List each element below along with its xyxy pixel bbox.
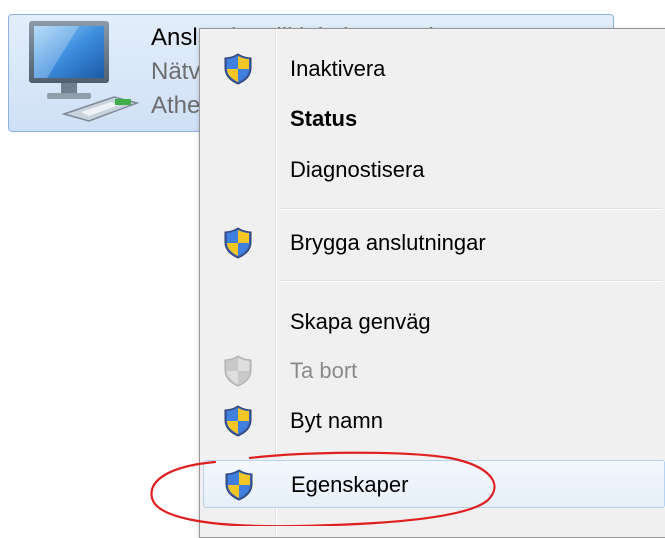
menu-item-label: Inaktivera: [290, 56, 386, 81]
menu-item-label: Byt namn: [290, 408, 383, 433]
context-menu: Inaktivera Status Diagnostisera Brygga a…: [199, 28, 665, 538]
menu-item-skapa-genvag[interactable]: Skapa genväg: [203, 298, 665, 346]
menu-item-egenskaper[interactable]: Egenskaper: [203, 460, 665, 508]
menu-item-label: Egenskaper: [291, 472, 409, 497]
menu-item-inaktivera[interactable]: Inaktivera: [203, 45, 665, 93]
menu-item-brygga-anslutningar[interactable]: Brygga anslutningar: [203, 219, 665, 267]
uac-shield-icon: [224, 53, 252, 85]
menu-item-label: Ta bort: [290, 358, 358, 383]
uac-shield-disabled-icon: [224, 355, 252, 387]
menu-item-ta-bort: Ta bort: [203, 347, 665, 395]
uac-shield-icon: [224, 227, 252, 259]
menu-item-label: Skapa genväg: [290, 309, 431, 334]
network-adapter-icon: [29, 21, 140, 122]
menu-item-label: Brygga anslutningar: [290, 230, 486, 255]
menu-separator: [279, 280, 662, 282]
menu-item-label: Status: [290, 106, 358, 131]
menu-item-byt-namn[interactable]: Byt namn: [203, 397, 665, 445]
menu-item-diagnostisera[interactable]: Diagnostisera: [203, 146, 665, 194]
uac-shield-icon: [225, 469, 253, 501]
menu-item-status[interactable]: Status: [203, 95, 665, 143]
menu-item-label: Diagnostisera: [290, 157, 425, 182]
menu-separator: [279, 208, 662, 210]
uac-shield-icon: [224, 405, 252, 437]
